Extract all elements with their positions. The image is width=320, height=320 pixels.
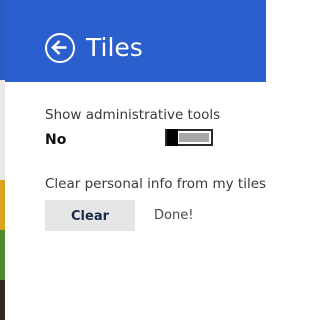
settings-header: Tiles [5,0,266,82]
settings-content: Show administrative tools No Clear perso… [5,82,266,320]
admin-tools-label: Show administrative tools [45,107,221,123]
toggle-track [179,133,209,142]
admin-tools-state: No [45,132,67,148]
tiles-settings-pane: Tiles Show administrative tools No Clear… [0,0,266,320]
back-button[interactable] [45,33,75,63]
arrow-left-icon [51,40,67,55]
clear-button[interactable]: Clear [45,200,135,231]
admin-tools-toggle[interactable] [165,129,213,146]
toggle-thumb[interactable] [167,129,178,146]
clear-status-text: Done! [154,208,194,223]
page-title: Tiles [86,33,143,62]
clear-info-label: Clear personal info from my tiles [45,176,267,192]
